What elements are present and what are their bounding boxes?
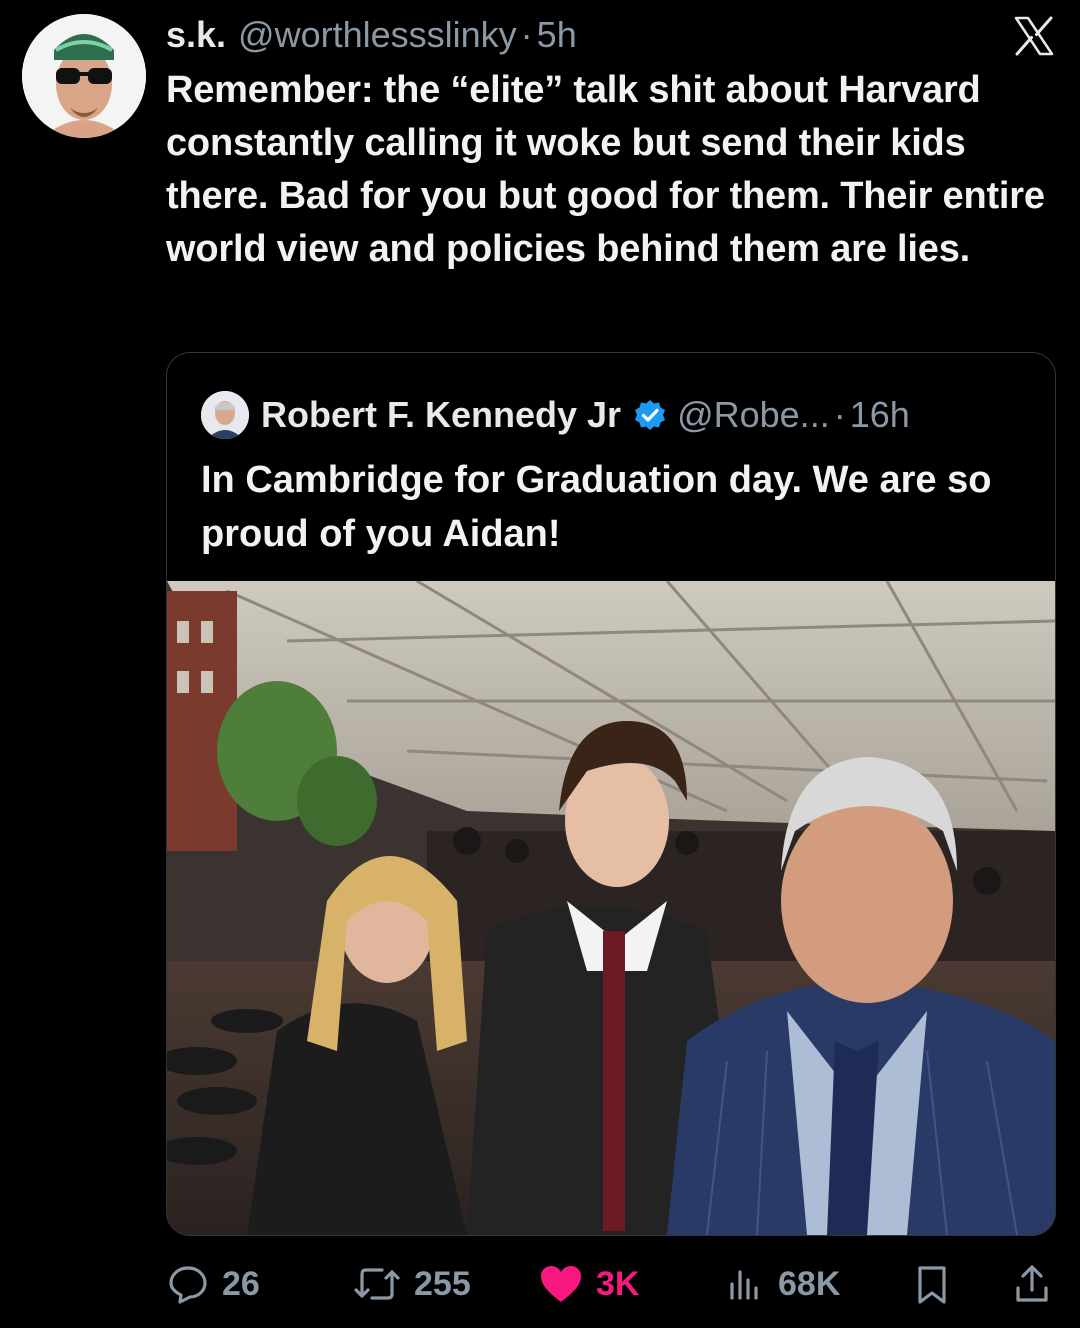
like-button[interactable]: 3K bbox=[538, 1258, 639, 1310]
repost-icon bbox=[354, 1268, 400, 1300]
heart-icon bbox=[541, 1266, 581, 1302]
quoted-tweet-card[interactable]: Robert F. Kennedy Jr @Robe... · 16h In C… bbox=[166, 352, 1056, 1236]
reply-icon bbox=[169, 1266, 207, 1304]
author-avatar[interactable] bbox=[22, 14, 146, 138]
quoted-separator-dot: · bbox=[833, 394, 846, 435]
reply-button[interactable]: 26 bbox=[166, 1258, 260, 1310]
quoted-author-avatar[interactable] bbox=[201, 391, 249, 439]
views-icon bbox=[730, 1270, 758, 1300]
tweet-text: Remember: the “elite” talk shit about Ha… bbox=[166, 69, 1045, 270]
quoted-tweet-photo[interactable] bbox=[167, 581, 1055, 1235]
tweet-action-bar: 26 255 3K 68K bbox=[166, 1258, 1056, 1310]
views-button[interactable]: 68K bbox=[726, 1258, 840, 1310]
verified-badge-icon bbox=[635, 400, 666, 430]
repost-button[interactable]: 255 bbox=[352, 1258, 471, 1310]
share-button[interactable] bbox=[1012, 1258, 1064, 1310]
quoted-tweet-timestamp[interactable]: 16h bbox=[850, 394, 910, 436]
separator-dot: · bbox=[520, 14, 533, 55]
quoted-tweet-text: In Cambridge for Graduation day. We are … bbox=[201, 459, 992, 555]
repost-count: 255 bbox=[414, 1264, 471, 1303]
bookmark-button[interactable] bbox=[912, 1258, 964, 1310]
views-count: 68K bbox=[778, 1264, 841, 1303]
quoted-avatar-image bbox=[201, 391, 249, 439]
quoted-tweet-header: Robert F. Kennedy Jr @Robe... · 16h bbox=[201, 391, 910, 439]
quoted-author-name[interactable]: Robert F. Kennedy Jr bbox=[261, 394, 621, 436]
tweet-timestamp[interactable]: 5h bbox=[537, 14, 577, 56]
tweet-header: s.k. @worthlessslinky · 5h bbox=[166, 14, 577, 56]
author-avatar-image bbox=[22, 14, 146, 138]
x-logo-icon bbox=[1014, 16, 1054, 56]
like-count: 3K bbox=[596, 1264, 640, 1303]
author-handle[interactable]: @worthlessslinky bbox=[238, 14, 517, 56]
quoted-author-handle[interactable]: @Robe... bbox=[677, 394, 830, 436]
reply-count: 26 bbox=[222, 1264, 260, 1303]
author-name[interactable]: s.k. bbox=[166, 14, 226, 56]
bookmark-icon bbox=[918, 1266, 946, 1304]
share-icon bbox=[1016, 1265, 1048, 1302]
